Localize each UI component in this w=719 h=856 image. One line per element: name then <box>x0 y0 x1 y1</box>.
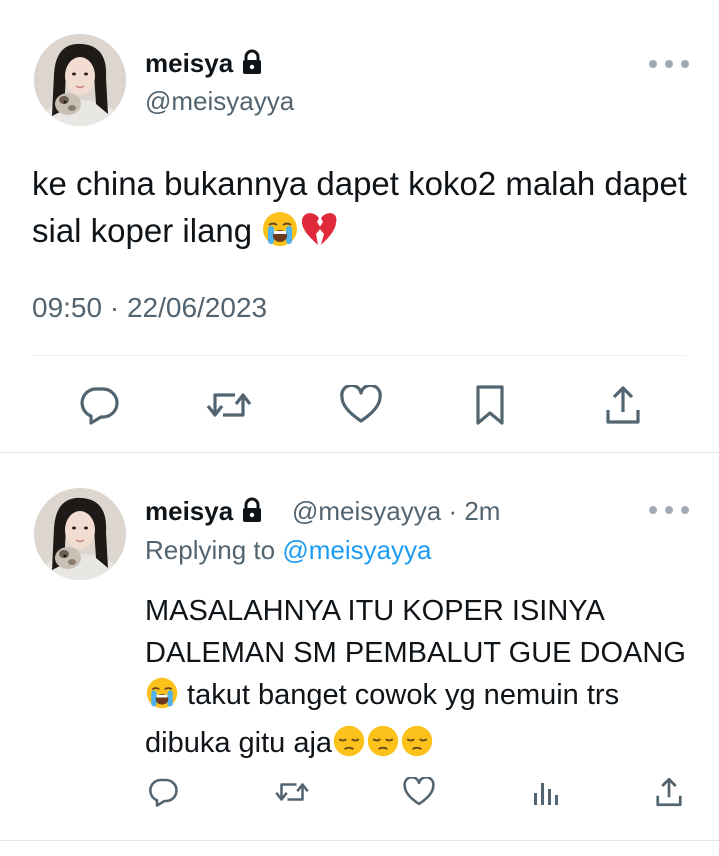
replying-to: Replying to @meisyayya <box>145 535 432 565</box>
retweet-icon[interactable] <box>272 774 312 810</box>
handle-and-time[interactable]: @meisyayya · 2m <box>292 496 500 527</box>
share-icon[interactable] <box>600 383 646 427</box>
tweet-text: ke china bukannya dapet koko2 malah dape… <box>32 160 692 260</box>
reply-icon[interactable] <box>75 383 123 427</box>
avatar[interactable] <box>34 34 126 126</box>
avatar[interactable] <box>34 488 126 580</box>
section-divider <box>0 452 719 453</box>
handle[interactable]: @meisyayya <box>292 496 441 526</box>
bookmark-icon[interactable] <box>468 383 512 427</box>
display-name[interactable]: meisya <box>145 48 263 82</box>
avatar-image <box>34 488 126 580</box>
lock-icon <box>241 497 263 530</box>
more-options-icon[interactable] <box>649 57 689 71</box>
bottom-divider <box>0 840 719 841</box>
views-icon[interactable] <box>528 774 564 810</box>
pensive-face-icon <box>332 724 366 770</box>
reply-text: MASALAHNYA ITU KOPER ISINYA DALEMAN SM P… <box>145 590 705 770</box>
loudly-crying-face-icon <box>145 676 179 722</box>
avatar-image <box>34 34 126 126</box>
retweet-icon[interactable] <box>204 383 254 427</box>
more-options-icon[interactable] <box>649 503 689 517</box>
reply-icon[interactable] <box>144 774 182 810</box>
like-icon[interactable] <box>337 383 385 427</box>
broken-heart-icon <box>299 210 339 260</box>
pensive-face-icon <box>400 724 434 770</box>
pensive-face-icon <box>366 724 400 770</box>
divider <box>32 355 687 356</box>
lock-icon <box>241 49 263 82</box>
handle[interactable]: @meisyayya <box>145 86 294 117</box>
display-name[interactable]: meisya <box>145 496 263 530</box>
loudly-crying-face-icon <box>261 210 299 260</box>
share-icon[interactable] <box>650 774 688 810</box>
replying-to-link[interactable]: @meisyayya <box>282 535 431 565</box>
time-ago[interactable]: · 2m <box>448 496 500 526</box>
like-icon[interactable] <box>400 774 438 810</box>
timestamp[interactable]: 09:50 · 22/06/2023 <box>32 292 267 324</box>
